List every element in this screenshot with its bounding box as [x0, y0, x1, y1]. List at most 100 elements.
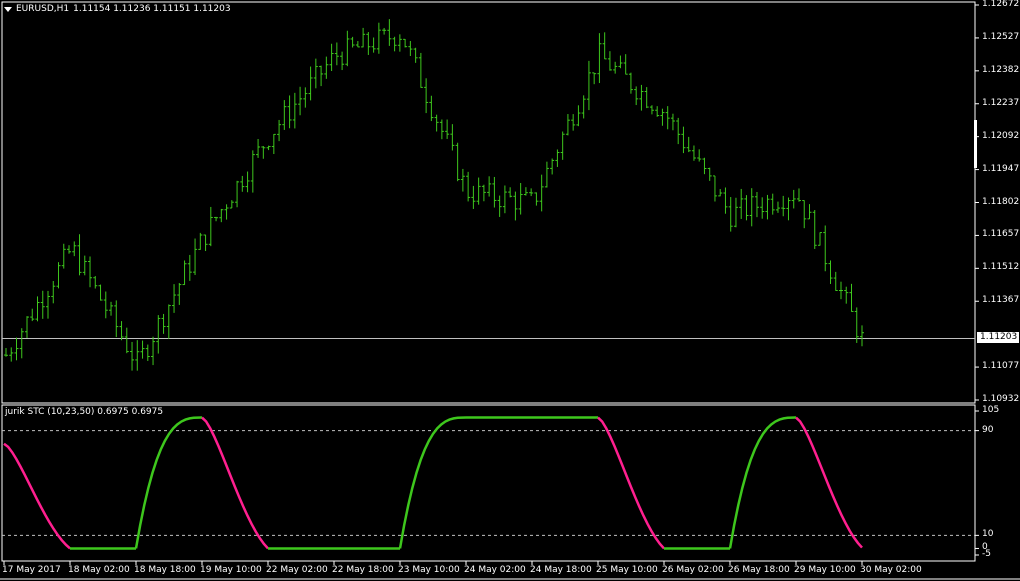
- price-bar: [497, 195, 502, 217]
- price-bar: [156, 315, 161, 354]
- time-tick-label: 19 May 10:00: [200, 565, 262, 575]
- price-bar: [119, 321, 124, 341]
- price-bar: [833, 271, 838, 291]
- price-bar: [550, 158, 555, 175]
- stc-falling-segment: [597, 416, 665, 550]
- price-bar: [523, 187, 528, 196]
- price-bar: [481, 184, 486, 202]
- price-bar: [282, 100, 287, 130]
- price-bar: [445, 119, 450, 139]
- price-bar: [539, 174, 544, 212]
- time-tick-label: 17 May 2017: [2, 565, 61, 575]
- price-bar: [712, 175, 717, 202]
- price-bar: [518, 182, 523, 215]
- price-bar: [319, 65, 324, 87]
- price-bar: [219, 208, 224, 223]
- price-bar: [786, 197, 791, 221]
- price-bar: [739, 188, 744, 219]
- price-bar: [670, 113, 675, 131]
- main-panel-frame: [1, 1, 976, 404]
- price-bar: [534, 192, 539, 206]
- price-bar: [303, 87, 308, 108]
- price-bar: [324, 56, 329, 79]
- price-bar: [392, 36, 397, 52]
- price-bar: [544, 161, 549, 188]
- price-bar: [775, 201, 780, 213]
- price-bar: [844, 286, 849, 304]
- price-tick-label: 1.12672: [982, 0, 1020, 9]
- price-tick-label: 1.10932: [982, 394, 1020, 404]
- price-bar: [30, 308, 35, 322]
- price-bar: [508, 187, 513, 198]
- price-bar: [224, 204, 229, 220]
- price-bar: [103, 291, 108, 319]
- price-bar: [697, 149, 702, 162]
- price-bar: [660, 108, 665, 126]
- price-bar: [214, 216, 219, 222]
- price-bar: [334, 42, 339, 66]
- price-bar: [429, 95, 434, 122]
- price-bar: [691, 145, 696, 161]
- price-bar: [235, 180, 240, 208]
- chart-menu-arrow-icon[interactable]: [4, 6, 12, 12]
- time-tick-label: 24 May 18:00: [530, 565, 592, 575]
- price-bar: [702, 157, 707, 175]
- price-bar: [245, 171, 250, 193]
- price-bar: [849, 283, 854, 312]
- price-bar: [145, 344, 150, 361]
- price-bar: [634, 86, 639, 106]
- price-bar: [618, 55, 623, 69]
- price-bar: [4, 348, 8, 357]
- price-bar: [82, 255, 87, 276]
- time-tick-label: 30 May 02:00: [860, 565, 922, 575]
- price-bar: [292, 92, 297, 129]
- price-bar: [298, 86, 303, 116]
- price-bar: [177, 283, 182, 305]
- price-bar: [828, 260, 833, 284]
- price-tick-label: 1.12092: [982, 130, 1020, 141]
- price-tick-label: 1.11947: [982, 163, 1020, 174]
- price-bar: [355, 41, 360, 48]
- price-bar: [791, 189, 796, 209]
- price-bar: [250, 150, 255, 193]
- price-bar: [460, 168, 465, 192]
- price-bar: [502, 185, 507, 214]
- price-bar: [854, 307, 859, 343]
- time-tick-label: 18 May 18:00: [134, 565, 196, 575]
- price-bar: [623, 54, 628, 75]
- price-bar: [655, 106, 660, 117]
- price-bar: [476, 177, 481, 205]
- price-bar: [639, 84, 644, 111]
- price-bar: [266, 145, 271, 151]
- price-scale-scrollbar[interactable]: [974, 120, 977, 168]
- indicator-tick-label: 10: [982, 529, 994, 540]
- price-bar: [93, 276, 98, 289]
- price-bar: [240, 175, 245, 192]
- price-bar: [72, 241, 77, 257]
- chart-canvas[interactable]: [0, 0, 1020, 581]
- price-bar: [187, 254, 192, 281]
- price-bar: [308, 66, 313, 101]
- price-bar: [597, 33, 602, 84]
- price-bar: [345, 30, 350, 67]
- price-bar: [418, 52, 423, 88]
- price-bar: [114, 300, 119, 338]
- price-bar: [51, 280, 56, 304]
- price-bar: [613, 61, 618, 74]
- ohlc-label: 1.11154 1.11236 1.11151 1.11203: [73, 4, 231, 14]
- price-bar: [718, 189, 723, 197]
- price-bar: [686, 136, 691, 153]
- price-bar: [455, 142, 460, 182]
- price-bar: [571, 114, 576, 131]
- price-bar: [560, 131, 565, 160]
- price-bar: [366, 32, 371, 55]
- indicator-label: jurik STC (10,23,50) 0.6975 0.6975: [5, 407, 164, 417]
- price-bar: [581, 95, 586, 119]
- price-bar: [256, 139, 261, 158]
- price-bar: [807, 204, 812, 220]
- price-tick-label: 1.12237: [982, 97, 1020, 108]
- price-bar: [350, 36, 355, 48]
- price-bar: [14, 337, 19, 361]
- stc-rising-segment: [398, 416, 467, 549]
- price-bar: [765, 194, 770, 220]
